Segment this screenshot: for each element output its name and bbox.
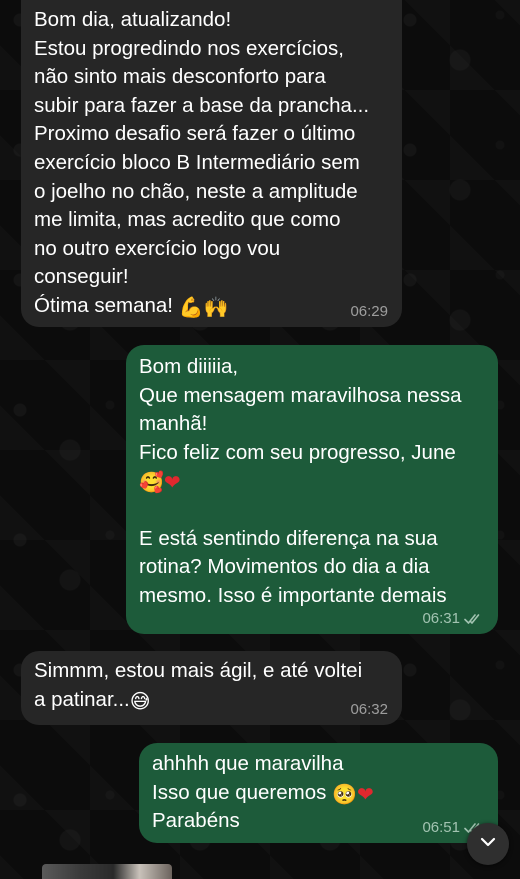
- message-time: 06:29: [350, 303, 388, 320]
- message-bubble-outgoing[interactable]: ahhhh que maravilha Isso que queremos 🥺❤…: [139, 743, 498, 843]
- media-message-thumbnail[interactable]: [42, 864, 172, 879]
- red-heart-emoji: ❤: [356, 781, 374, 806]
- message-time: 06:31: [422, 610, 460, 627]
- message-meta: 06:32: [350, 702, 388, 717]
- flexed-biceps-emoji: 💪: [178, 294, 204, 319]
- message-meta: 06:31: [422, 611, 484, 626]
- chevron-down-icon: [478, 832, 498, 857]
- message-bubble-outgoing[interactable]: Bom diiiiia, Que mensagem maravilhosa ne…: [126, 345, 498, 634]
- message-text: Simmm, estou mais ágil, e até voltei a p…: [34, 659, 363, 713]
- message-text: Bom dia, atualizando! Estou progredindo …: [34, 8, 370, 319]
- raising-hands-emoji: 🙌: [203, 294, 229, 319]
- red-heart-emoji: ❤: [163, 470, 181, 495]
- message-meta: 06:29: [350, 304, 388, 319]
- pleading-face-emoji: 🥺: [332, 781, 357, 806]
- message-time: 06:51: [422, 819, 460, 836]
- grinning-face-with-sweat-emoji: 😅: [129, 688, 151, 713]
- message-bubble-incoming[interactable]: Simmm, estou mais ágil, e até voltei a p…: [21, 651, 402, 725]
- message-bubble-incoming[interactable]: Bom dia, atualizando! Estou progredindo …: [21, 0, 402, 327]
- message-time: 06:32: [350, 701, 388, 718]
- message-line: Isso que queremos 🥺❤: [152, 780, 374, 806]
- read-receipt-double-check-icon: [464, 613, 484, 625]
- scroll-to-bottom-button[interactable]: [467, 823, 509, 865]
- message-line: ahhhh que maravilha: [152, 752, 344, 775]
- message-text: Bom diiiiia, Que mensagem maravilhosa ne…: [139, 355, 462, 607]
- smiling-face-with-hearts-emoji: 🥰: [139, 470, 164, 495]
